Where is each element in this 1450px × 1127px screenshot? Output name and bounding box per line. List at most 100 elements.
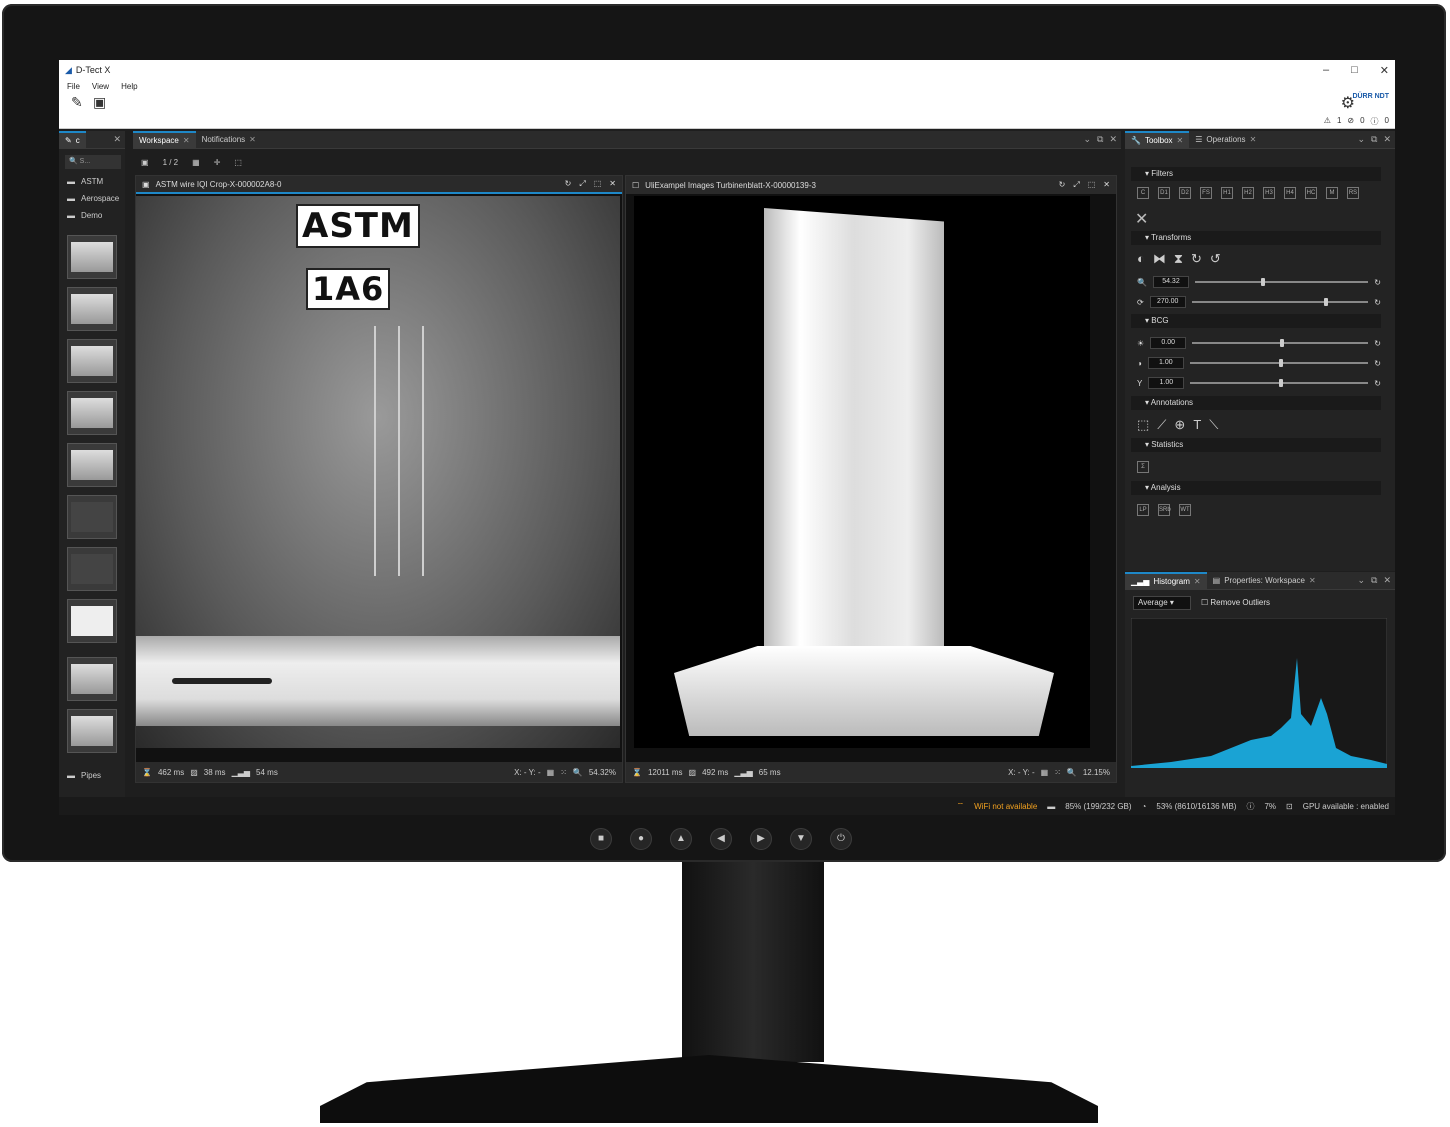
grid-icon[interactable]: ▦ xyxy=(192,158,200,167)
reset-icon[interactable]: ↻ xyxy=(1374,359,1381,368)
analysis-wt-button[interactable]: WT xyxy=(1179,504,1191,516)
power-hw-button[interactable]: ⏻ xyxy=(830,828,852,850)
filter-d2-button[interactable]: D2 xyxy=(1179,187,1191,199)
left-hw-button[interactable]: ◀ xyxy=(710,828,732,850)
popout-icon[interactable]: ⧉ xyxy=(1097,134,1103,145)
thumbnail[interactable] xyxy=(67,443,117,487)
rotate-ccw-icon[interactable]: ↺ xyxy=(1210,251,1221,267)
maximize-icon[interactable]: ⬚ xyxy=(594,179,602,189)
section-bcg[interactable]: ▾ BCG xyxy=(1131,314,1381,328)
up-hw-button[interactable]: ▲ xyxy=(670,828,692,850)
thumbnail[interactable] xyxy=(67,599,117,643)
filter-h2-button[interactable]: H2 xyxy=(1242,187,1254,199)
zoom-slider[interactable] xyxy=(1194,278,1369,286)
close-icon[interactable]: ✕ xyxy=(1383,575,1391,586)
menu-file[interactable]: File xyxy=(67,82,80,91)
filter-fs-button[interactable]: FS xyxy=(1200,187,1212,199)
analysis-srb-button[interactable]: SRb xyxy=(1158,504,1171,516)
rotate-slider[interactable] xyxy=(1191,298,1369,306)
menu-help[interactable]: Help xyxy=(121,82,137,91)
close-icon[interactable]: ✕ xyxy=(609,179,616,189)
close-icon[interactable]: ✕ xyxy=(113,134,121,145)
thumbnail[interactable] xyxy=(67,287,117,331)
fit-icon[interactable]: ⬚ xyxy=(234,158,242,167)
clear-filters-icon[interactable]: ✕ xyxy=(1135,209,1148,229)
close-icon[interactable]: ✕ xyxy=(1109,134,1117,145)
statistics-icon[interactable]: Σ xyxy=(1137,461,1149,473)
contrast-spinner[interactable]: 1.00 xyxy=(1147,357,1184,369)
popout-icon[interactable]: ⧉ xyxy=(1371,575,1377,586)
folder-pipes[interactable]: ▬ Pipes xyxy=(67,771,101,780)
record-hw-button[interactable]: ● xyxy=(630,828,652,850)
filter-hc-button[interactable]: HC xyxy=(1305,187,1317,199)
section-statistics[interactable]: ▾ Statistics xyxy=(1131,438,1381,452)
dots-icon[interactable]: ⁙ xyxy=(560,768,567,777)
thumbnail[interactable] xyxy=(67,657,117,701)
line-icon[interactable]: ⟋ xyxy=(1157,417,1166,433)
rotate-spinner[interactable]: 270.00 xyxy=(1149,296,1186,308)
close-icon[interactable]: ✕ xyxy=(1103,180,1110,190)
fullscreen-icon[interactable]: ⤢ xyxy=(1073,180,1079,190)
dots-icon[interactable]: ⁙ xyxy=(1054,768,1061,777)
tab-catalog[interactable]: ✎ c xyxy=(59,130,86,149)
invert-icon[interactable]: ◐ xyxy=(1137,251,1145,267)
folder-astm[interactable]: ▬ ASTM xyxy=(67,177,103,186)
popout-icon[interactable]: ⧉ xyxy=(1371,134,1377,145)
fullscreen-icon[interactable]: ⤢ xyxy=(579,179,585,189)
tab-toolbox[interactable]: 🔧 Toolbox ✕ xyxy=(1125,130,1190,149)
filter-m-button[interactable]: M xyxy=(1326,187,1338,199)
filter-h3-button[interactable]: H3 xyxy=(1263,187,1275,199)
xray-image-iqi[interactable]: ASTM 1A6 xyxy=(136,196,620,748)
down-hw-button[interactable]: ▼ xyxy=(790,828,812,850)
text-icon[interactable]: T xyxy=(1193,417,1201,433)
section-transforms[interactable]: ▾ Transforms xyxy=(1131,231,1381,245)
gamma-slider[interactable] xyxy=(1190,379,1369,387)
reset-icon[interactable]: ↻ xyxy=(1374,278,1381,287)
section-analysis[interactable]: ▾ Analysis xyxy=(1131,481,1381,495)
select-checkbox[interactable]: ▣ xyxy=(142,180,150,189)
close-icon[interactable]: ✕ xyxy=(1383,134,1391,145)
chevron-down-icon[interactable]: ⌄ xyxy=(1083,134,1091,145)
rotate-cw-icon[interactable]: ↻ xyxy=(1191,251,1202,267)
thumbnail[interactable] xyxy=(67,235,117,279)
crosshair-icon[interactable]: ⊕ xyxy=(1174,417,1185,433)
brightness-spinner[interactable]: 0.00 xyxy=(1150,337,1187,349)
tab-histogram[interactable]: ▁▃▅ Histogram ✕ xyxy=(1125,571,1207,590)
filter-h1-button[interactable]: H1 xyxy=(1221,187,1233,199)
menu-view[interactable]: View xyxy=(92,82,109,91)
brightness-slider[interactable] xyxy=(1192,339,1369,347)
maximize-icon[interactable]: ⬚ xyxy=(1088,180,1096,190)
flip-vertical-icon[interactable]: ⧗ xyxy=(1174,251,1183,267)
stop-hw-button[interactable]: ■ xyxy=(590,828,612,850)
tab-properties[interactable]: ▤ Properties: Workspace ✕ xyxy=(1207,572,1322,590)
rectangle-icon[interactable]: ⬚ xyxy=(1137,417,1149,433)
reset-icon[interactable]: ↻ xyxy=(565,179,572,189)
reset-icon[interactable]: ↻ xyxy=(1374,298,1381,307)
filter-rs-button[interactable]: RS xyxy=(1347,187,1359,199)
flip-horizontal-icon[interactable]: ⧓ xyxy=(1153,251,1166,267)
filter-h4-button[interactable]: H4 xyxy=(1284,187,1296,199)
layout-icon[interactable]: ▣ xyxy=(141,158,149,167)
zoom-spinner[interactable]: 54.32 xyxy=(1152,276,1189,288)
chevron-down-icon[interactable]: ⌄ xyxy=(1357,575,1365,586)
folder-aerospace[interactable]: ▬ Aerospace xyxy=(67,194,119,203)
folder-demo[interactable]: ▬ Demo xyxy=(67,211,102,220)
edit-icon[interactable]: ✎ xyxy=(71,94,83,111)
xray-image-turbine-blade[interactable] xyxy=(634,196,1090,748)
reset-icon[interactable]: ↻ xyxy=(1059,180,1066,190)
ruler-icon[interactable]: ⟍ xyxy=(1209,417,1218,433)
section-annotations[interactable]: ▾ Annotations xyxy=(1131,396,1381,410)
images-icon[interactable]: ▣ xyxy=(93,94,106,111)
thumbnail[interactable] xyxy=(67,339,117,383)
tab-operations[interactable]: ☰ Operations ✕ xyxy=(1189,131,1262,149)
gamma-spinner[interactable]: 1.00 xyxy=(1148,377,1185,389)
filter-d1-button[interactable]: D1 xyxy=(1158,187,1170,199)
thumbnail[interactable] xyxy=(67,709,117,753)
grid-icon[interactable]: ▦ xyxy=(547,768,555,777)
thumbnail[interactable] xyxy=(67,391,117,435)
chevron-down-icon[interactable]: ⌄ xyxy=(1357,134,1365,145)
alert-counters[interactable]: ⚠ 1 ⊘ 0 ⓘ 0 xyxy=(1324,116,1389,127)
maximize-button[interactable]: □ xyxy=(1351,64,1358,77)
histogram-mode-select[interactable]: Average ▾ xyxy=(1133,596,1191,610)
grid-icon[interactable]: ▦ xyxy=(1041,768,1049,777)
